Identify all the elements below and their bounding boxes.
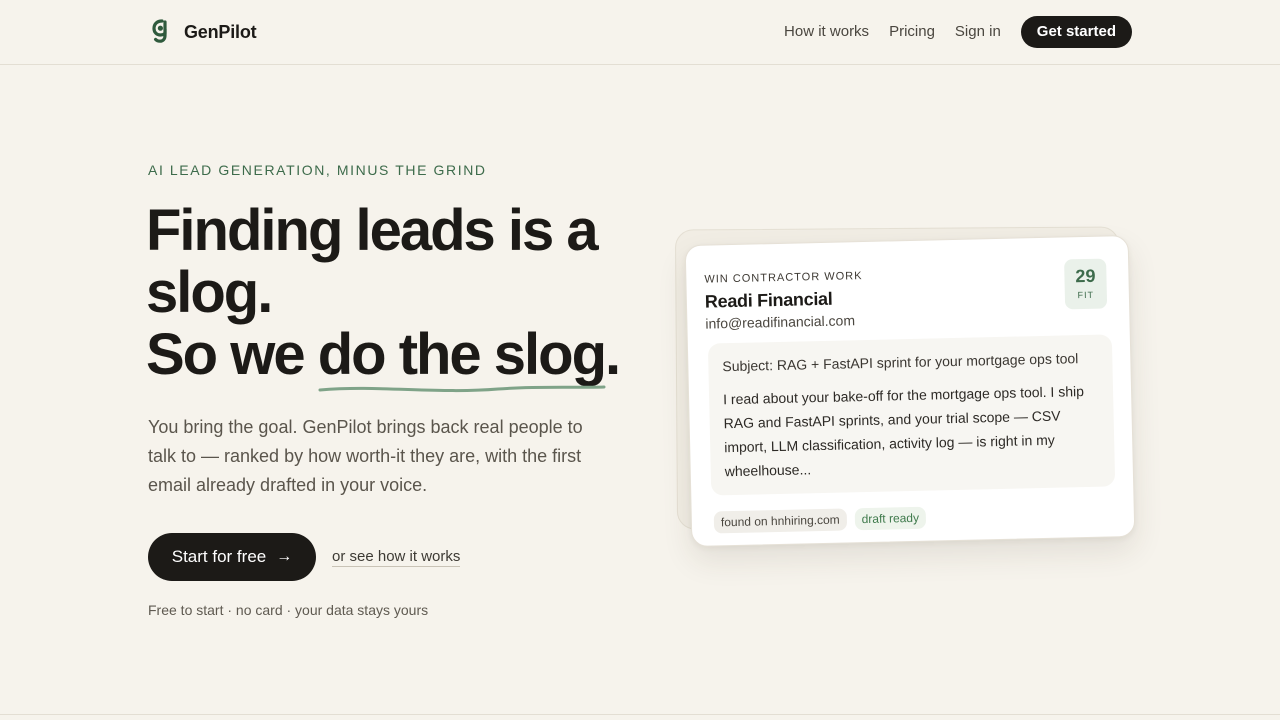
lead-card[interactable]: WIN CONTRACTOR WORK Readi Financial info… <box>684 235 1136 547</box>
hero-lede: You bring the goal. GenPilot brings back… <box>148 417 583 495</box>
headline-line-3-prefix: So we <box>146 322 318 387</box>
fit-score: 29 <box>1075 265 1096 287</box>
draft-ready-tag: draft ready <box>854 506 927 531</box>
source-tag: found on hnhiring.com <box>713 508 847 534</box>
lead-company-name: Readi Financial <box>704 288 833 312</box>
email-draft: Subject: RAG + FastAPI sprint for your m… <box>707 334 1116 496</box>
lead-email: info@readifinancial.com <box>705 312 856 332</box>
brand-name: GenPilot <box>184 21 257 42</box>
fit-score-badge: 29 FIT <box>1064 258 1108 310</box>
brand[interactable]: GenPilot <box>150 18 257 46</box>
nav-links: How it works Pricing Sign in Get started <box>784 16 1132 48</box>
squiggle-underline-icon <box>318 385 606 393</box>
nav-link-sign-in[interactable]: Sign in <box>955 16 1001 48</box>
fit-label: FIT <box>1077 289 1095 301</box>
headline-highlight-text: do the slog <box>317 322 607 387</box>
top-nav: GenPilot How it works Pricing Sign in Ge… <box>0 0 1280 65</box>
g-logo-icon <box>152 19 167 43</box>
headline-line-2: slog. <box>146 260 273 325</box>
lead-card-kicker: WIN CONTRACTOR WORK <box>704 270 863 286</box>
section-divider <box>0 714 1280 715</box>
nav-link-how-it-works[interactable]: How it works <box>784 16 869 48</box>
start-for-free-button[interactable]: Start for free → <box>148 533 316 581</box>
start-for-free-label: Start for free <box>171 547 267 566</box>
see-how-it-works-link[interactable]: or see how it works <box>332 548 461 567</box>
lead-tags: found on hnhiring.com draft ready <box>713 506 935 534</box>
hero-headline: Finding leads is a slog. So we do the sl… <box>146 198 666 393</box>
hero-fineprint: Free to start · no card · your data stay… <box>148 602 429 618</box>
arrow-right-icon: → <box>276 548 293 565</box>
hero-eyebrow: AI LEAD GENERATION, MINUS THE GRIND <box>148 162 487 178</box>
headline-line-1: Finding leads is a <box>146 198 599 263</box>
get-started-button[interactable]: Get started <box>1020 16 1132 48</box>
draft-subject: Subject: RAG + FastAPI sprint for your m… <box>722 350 1079 375</box>
headline-line-3-suffix: . <box>605 322 621 387</box>
headline-highlight: do the slog <box>317 322 607 393</box>
draft-body: I read about your bake-off for the mortg… <box>722 383 1085 480</box>
headline-line-3: So we do the slog. <box>146 322 666 393</box>
nav-link-pricing[interactable]: Pricing <box>889 16 935 48</box>
